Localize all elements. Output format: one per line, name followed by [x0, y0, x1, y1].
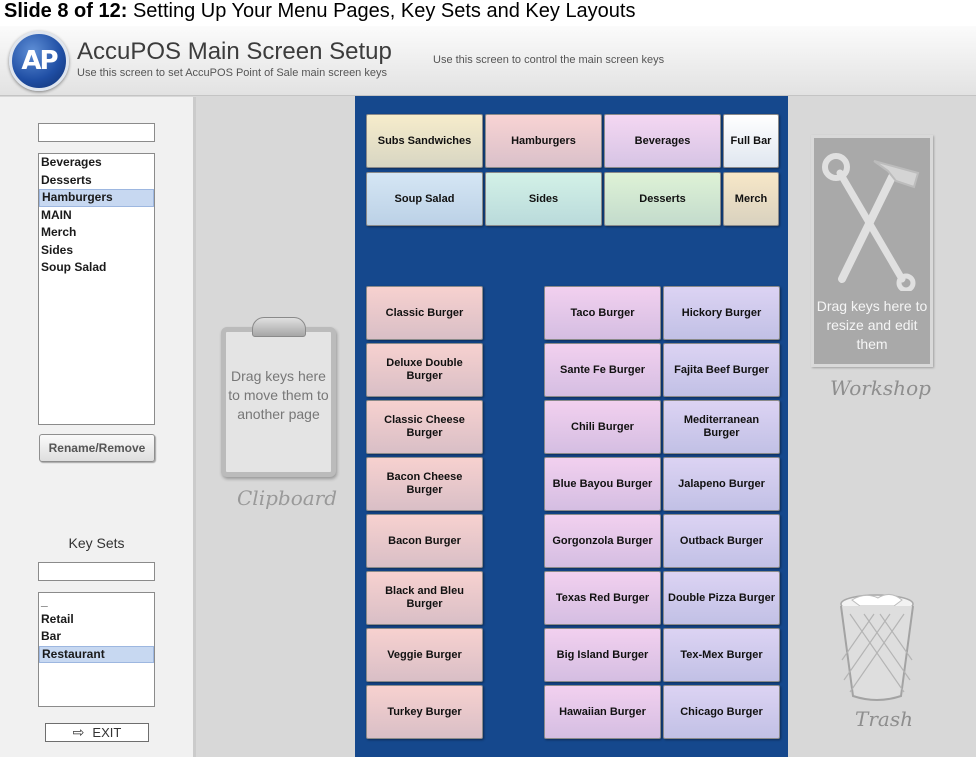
menu-key[interactable]: Classic Cheese Burger — [366, 400, 483, 454]
exit-button[interactable]: ⇨ EXIT — [45, 723, 149, 742]
exit-label: EXIT — [92, 725, 122, 740]
category-key[interactable]: Soup Salad — [366, 172, 483, 226]
menu-key[interactable]: Chili Burger — [544, 400, 661, 454]
app-subtitle: Use this screen to set AccuPOS Point of … — [77, 67, 387, 79]
menu-key[interactable]: Blue Bayou Burger — [544, 457, 661, 511]
list-item[interactable]: Restaurant — [39, 645, 154, 663]
menu-key[interactable]: Fajita Beef Burger — [663, 343, 780, 397]
menu-key[interactable]: Turkey Burger — [366, 685, 483, 739]
accupos-logo: AP — [9, 31, 69, 91]
header-note: Use this screen to control the main scre… — [433, 54, 665, 66]
category-key[interactable]: Beverages — [604, 114, 721, 168]
menu-key[interactable]: Hickory Burger — [663, 286, 780, 340]
menu-key[interactable]: Gorgonzola Burger — [544, 514, 661, 568]
category-key[interactable]: Full Bar — [723, 114, 779, 168]
key-layout-board: Subs Sandwiches Hamburgers Beverages Full B… — [355, 96, 788, 757]
exit-arrow-icon: ⇨ — [72, 724, 85, 740]
menu-key[interactable]: Bacon Cheese Burger — [366, 457, 483, 511]
left-panel: Beverages Desserts Hamburgers MAIN Merch Side… — [0, 97, 196, 757]
list-item[interactable]: Soup Salad — [39, 259, 154, 277]
key-sets-label: Key Sets — [68, 535, 125, 551]
trash-label: Trash — [855, 707, 913, 731]
slide-heading: Setting Up Your Menu Pages, Key Sets and… — [132, 0, 636, 22]
pages-list[interactable]: Beverages Desserts Hamburgers MAIN Merch Side… — [38, 153, 155, 425]
list-item[interactable]: Beverages — [39, 154, 154, 172]
list-item[interactable]: _ — [39, 593, 154, 611]
rename-remove-button[interactable]: Rename/Remove — [39, 434, 155, 462]
header: AP AccuPOS Main Screen Setup Use this sc… — [0, 26, 976, 96]
category-key[interactable]: Sides — [485, 172, 602, 226]
list-item[interactable]: Hamburgers — [39, 189, 154, 207]
menu-key[interactable]: Hawaiian Burger — [544, 685, 661, 739]
list-item[interactable]: Sides — [39, 242, 154, 260]
category-key[interactable]: Hamburgers — [485, 114, 602, 168]
menu-key[interactable]: Chicago Burger — [663, 685, 780, 739]
page-name-input[interactable] — [38, 123, 155, 142]
menu-key[interactable]: Taco Burger — [544, 286, 661, 340]
category-key[interactable]: Desserts — [604, 172, 721, 226]
list-item[interactable]: MAIN — [39, 207, 154, 225]
menu-key[interactable]: Deluxe Double Burger — [366, 343, 483, 397]
category-key[interactable]: Merch — [723, 172, 779, 226]
workshop-label: Workshop — [830, 376, 931, 400]
menu-key[interactable]: Texas Red Burger — [544, 571, 661, 625]
accupos-window: AP AccuPOS Main Screen Setup Use this sc… — [0, 26, 976, 757]
menu-key[interactable]: Classic Burger — [366, 286, 483, 340]
menu-key[interactable]: Tex-Mex Burger — [663, 628, 780, 682]
list-item[interactable]: Desserts — [39, 172, 154, 190]
app-title: AccuPOS Main Screen Setup — [77, 38, 392, 65]
menu-key[interactable]: Double Pizza Burger — [663, 571, 780, 625]
slide-title: Slide 8 of 12: Setting Up Your Menu Page… — [4, 0, 636, 24]
menu-key[interactable]: Black and Bleu Burger — [366, 571, 483, 625]
workshop-instructions: Drag keys here to resize and edit them — [816, 298, 928, 352]
list-item[interactable]: Merch — [39, 224, 154, 242]
list-item[interactable]: Bar — [39, 628, 154, 646]
clipboard-instructions: Drag keys here to move them to another p… — [228, 368, 329, 422]
menu-key[interactable]: Big Island Burger — [544, 628, 661, 682]
category-key[interactable]: Subs Sandwiches — [366, 114, 483, 168]
menu-key[interactable]: Bacon Burger — [366, 514, 483, 568]
logo-text: AP — [21, 46, 58, 76]
menu-key[interactable]: Outback Burger — [663, 514, 780, 568]
clipboard-icon — [252, 317, 306, 337]
menu-key[interactable]: Veggie Burger — [366, 628, 483, 682]
menu-key[interactable]: Jalapeno Burger — [663, 457, 780, 511]
clipboard-label: Clipboard — [237, 486, 338, 510]
slide-number: Slide 8 of 12: — [4, 0, 128, 22]
hammer-wrench-icon — [822, 153, 920, 291]
list-item[interactable]: Retail — [39, 611, 154, 629]
menu-key[interactable]: Mediterranean Burger — [663, 400, 780, 454]
menu-key[interactable]: Sante Fe Burger — [544, 343, 661, 397]
trash-basket-icon[interactable] — [830, 592, 925, 704]
key-sets-list[interactable]: _ Retail Bar Restaurant — [38, 592, 155, 707]
key-set-input[interactable] — [38, 562, 155, 581]
